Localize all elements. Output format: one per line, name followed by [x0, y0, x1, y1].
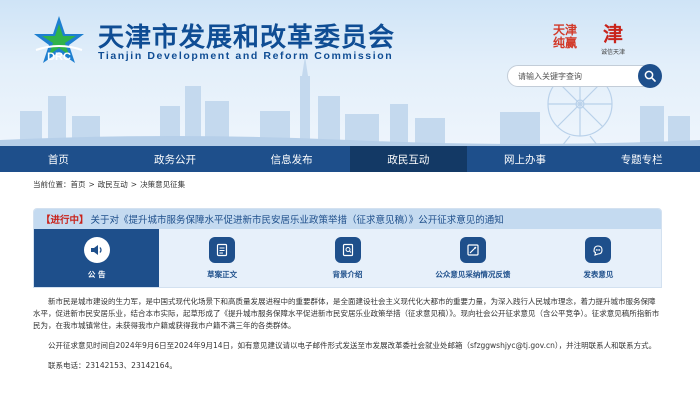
- document-icon-graphic: [217, 243, 228, 257]
- nav-item-online-services[interactable]: 网上办事: [467, 146, 584, 172]
- logo-icon: DRC: [34, 16, 84, 63]
- breadcrumb-separator: >: [130, 180, 138, 189]
- logo-text: DRC: [47, 51, 71, 63]
- tab-label: 发表意见: [583, 270, 614, 279]
- content-paragraph: 公开征求意见时间自2024年9月6日至2024年9月14日，如有意见建议请以电子…: [48, 341, 657, 350]
- integrity-badge-caption: 诚信天津: [600, 49, 625, 56]
- nav-item-special-topics[interactable]: 专题专栏: [583, 146, 700, 172]
- notice-title: 关于对《提升城市服务保障水平促进新市民安居乐业政策举措（征求意见稿）》公开征求意…: [90, 215, 504, 226]
- notice-title-bar: 【进行中】 关于对《提升城市服务保障水平促进新市民安居乐业政策举措（征求意见稿）…: [34, 209, 661, 229]
- tab-public-feedback[interactable]: 公众意见采纳情况反馈: [410, 229, 535, 287]
- nav-item-government-affairs[interactable]: 政务公开: [117, 146, 234, 172]
- tianjin-badge[interactable]: 天津 纯赢: [548, 20, 582, 54]
- tab-submit-opinion[interactable]: 发表意见: [536, 229, 661, 287]
- document-icon: [209, 237, 236, 263]
- search-icon: [644, 70, 656, 82]
- content-paragraph: 新市民是城市建设的生力军，是中国式现代化场景下和高质量发展进程中的重要群体，是全…: [33, 297, 660, 330]
- breadcrumb-separator: >: [88, 180, 95, 189]
- tianjin-badge-text: 天津 纯赢: [552, 23, 577, 50]
- info-icon: [334, 237, 361, 263]
- tab-label: 背景介绍: [332, 270, 363, 279]
- integrity-badge-char: 津: [603, 22, 623, 46]
- tab-background[interactable]: 背景介绍: [285, 229, 410, 287]
- feedback-icon: [459, 237, 486, 263]
- tab-label: 公 告: [87, 270, 106, 279]
- feedback-icon-graphic: [467, 244, 479, 256]
- status-badge: 【进行中】: [41, 215, 89, 226]
- breadcrumb-public-interaction[interactable]: 政民互动: [98, 180, 128, 189]
- search-input[interactable]: [518, 69, 636, 84]
- speaker-icon-graphic: [90, 245, 102, 255]
- notice-content: 新市民是城市建设的生力军，是中国式现代化场景下和高质量发展进程中的重要群体，是全…: [33, 296, 662, 380]
- notice-panel: 【进行中】 关于对《提升城市服务保障水平促进新市民安居乐业政策举措（征求意见稿）…: [33, 208, 662, 288]
- nav-item-news-release[interactable]: 信息发布: [233, 146, 350, 172]
- notice-tabs: 公 告 草案正文 背景介绍 公众意见采纳情况反馈 发表意见: [34, 229, 661, 287]
- pen-icon: [585, 237, 612, 263]
- breadcrumb: 当前位置：首页 > 政民互动 > 决策意见征集: [33, 179, 185, 190]
- search-button[interactable]: [638, 64, 662, 88]
- site-title: 天津市发展和改革委员会: [98, 23, 396, 53]
- tab-label: 公众意见采纳情况反馈: [435, 270, 511, 279]
- main-nav: 首页 政务公开 信息发布 政民互动 网上办事 专题专栏: [0, 146, 700, 172]
- nav-item-home[interactable]: 首页: [0, 146, 117, 172]
- nav-item-public-interaction[interactable]: 政民互动: [350, 146, 467, 172]
- search-box: [507, 64, 662, 88]
- content-paragraph: 联系电话：23142153、23142164。: [48, 361, 177, 370]
- tab-draft-text[interactable]: 草案正文: [159, 229, 284, 287]
- tab-label: 草案正文: [207, 270, 238, 279]
- tab-announcement[interactable]: 公 告: [34, 229, 160, 287]
- info-icon-graphic: [342, 243, 353, 257]
- integrity-badge[interactable]: 津 诚信天津: [596, 20, 630, 56]
- breadcrumb-prefix: 当前位置：: [33, 180, 71, 189]
- site-subtitle: Tianjin Development and Reform Commissio…: [98, 50, 394, 62]
- breadcrumb-home[interactable]: 首页: [71, 180, 86, 189]
- breadcrumb-opinion-collection[interactable]: 决策意见征集: [140, 180, 185, 189]
- pen-icon-graphic: [593, 245, 603, 256]
- site-logo[interactable]: DRC: [30, 14, 88, 66]
- site-header: DRC 天津市发展和改革委员会 Tianjin Development and …: [0, 0, 700, 146]
- speaker-icon: [83, 237, 110, 263]
